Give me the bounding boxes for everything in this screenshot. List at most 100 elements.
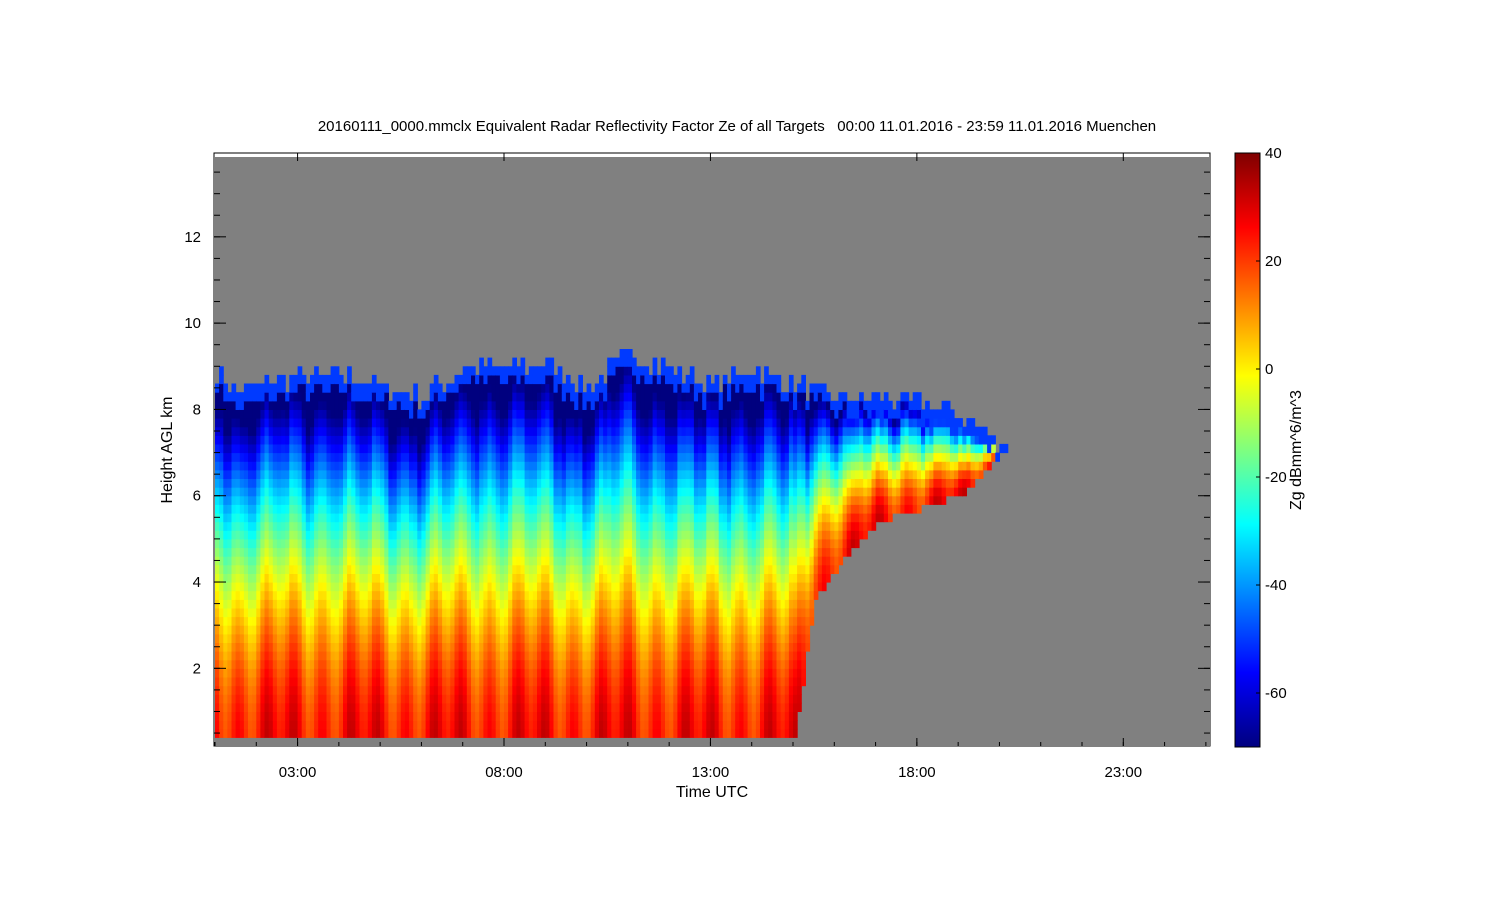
reflectivity-cell (248, 452, 253, 462)
reflectivity-cell (322, 702, 327, 712)
reflectivity-cell (702, 685, 707, 695)
reflectivity-cell (326, 599, 332, 609)
reflectivity-cell (264, 642, 270, 652)
reflectivity-cell (623, 400, 629, 410)
reflectivity-cell (425, 616, 431, 626)
reflectivity-cell (640, 694, 645, 704)
reflectivity-cell (578, 409, 583, 419)
reflectivity-cell (359, 720, 365, 730)
reflectivity-cell (636, 694, 641, 704)
reflectivity-cell (409, 443, 414, 454)
reflectivity-cell (305, 668, 311, 678)
reflectivity-cell (285, 685, 290, 695)
reflectivity-cell (586, 651, 592, 661)
reflectivity-cell (677, 487, 683, 497)
reflectivity-cell (495, 513, 501, 523)
reflectivity-cell (475, 495, 480, 505)
reflectivity-cell (376, 685, 381, 695)
reflectivity-cell (685, 400, 691, 410)
reflectivity-cell (252, 521, 257, 531)
reflectivity-cell (272, 530, 278, 540)
reflectivity-cell (310, 392, 315, 402)
reflectivity-cell (248, 720, 253, 730)
reflectivity-cell (528, 677, 534, 687)
reflectivity-cell (446, 495, 451, 505)
reflectivity-cell (367, 582, 373, 592)
reflectivity-cell (285, 677, 290, 687)
reflectivity-cell (454, 547, 460, 557)
reflectivity-cell (231, 400, 237, 410)
reflectivity-cell (483, 435, 489, 445)
reflectivity-cell (281, 487, 286, 497)
reflectivity-cell (599, 625, 604, 635)
reflectivity-cell (677, 547, 683, 557)
reflectivity-cell (557, 556, 563, 566)
reflectivity-cell (487, 392, 493, 402)
reflectivity-cell (442, 400, 447, 410)
reflectivity-cell (607, 538, 612, 549)
reflectivity-cell (239, 469, 245, 479)
reflectivity-cell (268, 409, 274, 419)
reflectivity-cell (574, 478, 579, 488)
reflectivity-cell (495, 616, 501, 626)
reflectivity-cell (665, 694, 670, 704)
reflectivity-cell (421, 435, 427, 445)
reflectivity-cell (644, 625, 650, 635)
reflectivity-cell (632, 400, 637, 410)
reflectivity-cell (487, 469, 493, 479)
reflectivity-cell (627, 538, 633, 549)
reflectivity-cell (586, 694, 592, 704)
reflectivity-cell (524, 478, 530, 488)
reflectivity-cell (285, 547, 290, 557)
reflectivity-cell (347, 538, 352, 549)
reflectivity-cell (685, 564, 691, 574)
reflectivity-cell (479, 392, 484, 402)
reflectivity-cell (417, 668, 422, 678)
reflectivity-cell (524, 452, 530, 462)
reflectivity-cell (466, 547, 472, 557)
reflectivity-cell (326, 582, 332, 592)
reflectivity-cell (541, 538, 546, 549)
reflectivity-cell (305, 711, 311, 721)
reflectivity-cell (656, 521, 662, 531)
reflectivity-cell (466, 599, 472, 609)
reflectivity-cell (433, 461, 439, 471)
reflectivity-cell (462, 633, 468, 643)
reflectivity-cell (611, 659, 616, 669)
reflectivity-cell (570, 642, 575, 652)
reflectivity-cell (487, 728, 493, 738)
reflectivity-cell (264, 461, 270, 471)
reflectivity-cell (698, 383, 703, 393)
reflectivity-cell (326, 677, 332, 687)
reflectivity-cell (268, 521, 274, 531)
reflectivity-cell (343, 392, 348, 402)
reflectivity-cell (520, 625, 526, 635)
reflectivity-cell (524, 702, 530, 712)
reflectivity-cell (495, 452, 501, 462)
reflectivity-cell (338, 409, 344, 419)
reflectivity-cell (252, 564, 257, 574)
reflectivity-cell (293, 383, 299, 393)
reflectivity-cell (693, 513, 699, 523)
reflectivity-cell (260, 685, 266, 695)
reflectivity-cell (219, 409, 224, 419)
reflectivity-cell (293, 685, 299, 695)
reflectivity-cell (677, 443, 683, 454)
reflectivity-cell (561, 711, 567, 721)
reflectivity-cell (466, 659, 472, 669)
reflectivity-cell (479, 418, 484, 428)
reflectivity-cell (231, 521, 237, 531)
reflectivity-cell (656, 392, 662, 402)
reflectivity-cell (648, 392, 654, 402)
reflectivity-cell (388, 616, 394, 626)
reflectivity-cell (528, 642, 534, 652)
reflectivity-cell (698, 659, 703, 669)
reflectivity-cell (640, 443, 645, 454)
reflectivity-cell (334, 573, 340, 583)
reflectivity-cell (272, 642, 278, 652)
reflectivity-cell (351, 659, 356, 669)
reflectivity-cell (499, 547, 505, 557)
reflectivity-cell (235, 513, 241, 523)
reflectivity-cell (367, 616, 373, 626)
reflectivity-cell (693, 728, 699, 738)
